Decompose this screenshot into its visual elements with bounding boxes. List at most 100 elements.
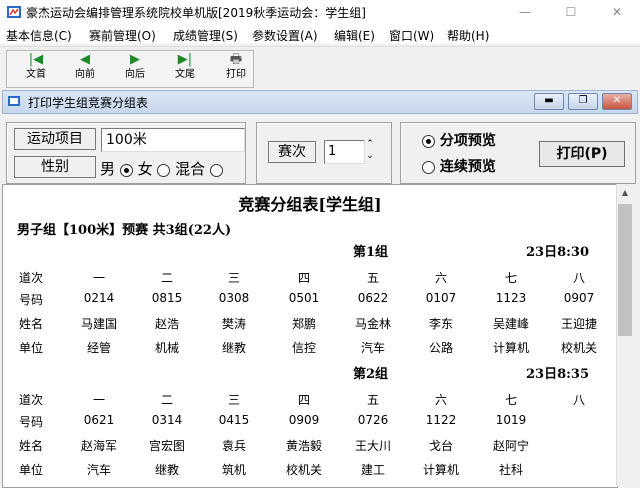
table-cell: 郑鹏 <box>291 317 316 331</box>
table-cell: 计算机 <box>492 341 529 355</box>
scroll-up-arrow[interactable]: ▲ <box>620 188 630 200</box>
lane-header: 三 <box>227 393 240 407</box>
lane-header: 二 <box>160 271 173 285</box>
toolbar-button[interactable]: ▶ 向后 <box>112 52 158 84</box>
lane-header: 五 <box>366 393 379 407</box>
app-icon <box>7 6 21 18</box>
table-cell: 黄浩毅 <box>285 439 322 453</box>
menu-item[interactable]: 编辑(E) <box>334 27 375 44</box>
child-restore-button[interactable]: ❐ <box>568 93 598 110</box>
printer-icon: 🖶 <box>229 52 243 67</box>
table-cell: 袁兵 <box>221 439 246 453</box>
preview-option-2[interactable]: 连续预览 <box>422 156 496 176</box>
toolbar-button-label: 打印 <box>226 69 246 80</box>
event-input[interactable]: 100米 <box>101 128 245 152</box>
preview-continuous-label: 连续预览 <box>439 159 496 175</box>
row-label: 号码 <box>19 293 44 307</box>
table-cell: 赵阿宁 <box>492 439 529 453</box>
child-close-button[interactable]: ✕ <box>602 93 632 110</box>
table-cell: 1123 <box>495 291 527 305</box>
table-cell: 0907 <box>563 291 595 305</box>
table-cell: 0726 <box>357 413 389 427</box>
close-button[interactable]: ✕ <box>594 0 640 24</box>
table-cell: 0909 <box>288 413 320 427</box>
table-cell: 筑机 <box>221 463 246 477</box>
lane-header: 八 <box>572 393 585 407</box>
menu-item[interactable]: 参数设置(A) <box>252 27 318 44</box>
round-spinner[interactable]: ⌃ ⌄ <box>364 138 376 162</box>
maximize-button[interactable]: ☐ <box>548 0 594 24</box>
preview-option-1[interactable]: 分项预览 <box>422 130 496 150</box>
toolbar-button-label: 向前 <box>75 69 95 80</box>
table-cell: 经管 <box>86 341 111 355</box>
gender-mixed-radio[interactable] <box>209 163 223 177</box>
group-name: 第1组 <box>353 245 389 260</box>
row-label: 单位 <box>19 463 44 477</box>
menu-item[interactable]: 帮助(H) <box>447 27 489 44</box>
lane-header: 六 <box>434 393 447 407</box>
first-icon: |◀ <box>28 52 44 67</box>
table-cell: 继教 <box>221 341 246 355</box>
lane-header: 七 <box>504 393 517 407</box>
round-input[interactable]: 1 <box>324 140 365 164</box>
toolbar-button[interactable]: |◀ 文首 <box>13 52 59 84</box>
menu-item[interactable]: 成绩管理(S) <box>173 27 238 44</box>
gender-male-label: 男 <box>100 160 116 178</box>
group-time: 23日8:35 <box>526 367 590 382</box>
table-cell: 继教 <box>154 463 179 477</box>
table-cell: 0621 <box>83 413 115 427</box>
preview-item-label: 分项预览 <box>439 133 496 149</box>
table-cell: 1019 <box>495 413 527 427</box>
row-label: 姓名 <box>19 439 44 453</box>
group-time: 23日8:30 <box>526 245 590 260</box>
table-cell: 公路 <box>428 341 453 355</box>
toolbar-button-label: 文尾 <box>175 69 195 80</box>
preview-item-radio[interactable] <box>422 134 435 148</box>
toolbar-button[interactable]: ▶| 文尾 <box>162 52 208 84</box>
gender-mixed-label: 混合 <box>175 160 206 178</box>
table-cell: 校机关 <box>560 341 597 355</box>
row-label: 单位 <box>19 341 44 355</box>
menu-item[interactable]: 赛前管理(O) <box>89 27 156 44</box>
minimize-button[interactable]: — <box>502 0 548 24</box>
child-minimize-button[interactable]: ▬ <box>534 93 564 110</box>
lane-header: 一 <box>92 393 105 407</box>
row-label: 道次 <box>19 393 44 407</box>
toolbar-button-label: 文首 <box>26 69 46 80</box>
table-cell: 校机关 <box>285 463 322 477</box>
table-cell: 信控 <box>291 341 316 355</box>
gender-label: 性别 <box>14 156 96 178</box>
lane-header: 四 <box>297 271 310 285</box>
toolbar-button[interactable]: 🖶 打印 <box>213 52 259 84</box>
row-label: 道次 <box>19 271 44 285</box>
table-cell: 计算机 <box>422 463 459 477</box>
scroll-thumb[interactable] <box>618 204 632 336</box>
event-label: 运动项目 <box>14 128 96 150</box>
table-cell: 0107 <box>425 291 457 305</box>
table-cell: 0501 <box>288 291 320 305</box>
toolbar-button[interactable]: ◀ 向前 <box>62 52 108 84</box>
table-cell: 戈台 <box>428 439 453 453</box>
prev-icon: ◀ <box>80 52 90 67</box>
table-cell: 0314 <box>151 413 183 427</box>
gender-radio-group: 男 女 混合 <box>100 158 223 179</box>
report-title: 竞赛分组表[学生组] <box>238 195 382 214</box>
table-cell: 王大川 <box>354 439 391 453</box>
table-cell: 0622 <box>357 291 389 305</box>
lane-header: 七 <box>504 271 517 285</box>
row-label: 姓名 <box>19 317 44 331</box>
report-preview: 竞赛分组表[学生组] 男子组【100米】预赛 共3组(22人) 第1组 23日8:… <box>2 184 618 488</box>
preview-continuous-radio[interactable] <box>422 160 435 174</box>
table-cell: 李东 <box>428 317 453 331</box>
print-button[interactable]: 打印(P) <box>539 141 625 167</box>
gender-male-radio[interactable] <box>119 163 133 177</box>
menu-item[interactable]: 基本信息(C) <box>6 27 72 44</box>
table-cell: 社科 <box>498 463 523 477</box>
table-cell: 赵海军 <box>80 439 117 453</box>
window-title: 豪杰运动会编排管理系统院校单机版[2019秋季运动会：学生组] <box>26 6 366 20</box>
gender-female-radio[interactable] <box>157 163 171 177</box>
table-cell: 机械 <box>154 341 179 355</box>
menu-item[interactable]: 窗口(W) <box>389 27 434 44</box>
round-label: 赛次 <box>268 141 316 163</box>
lane-header: 二 <box>160 393 173 407</box>
